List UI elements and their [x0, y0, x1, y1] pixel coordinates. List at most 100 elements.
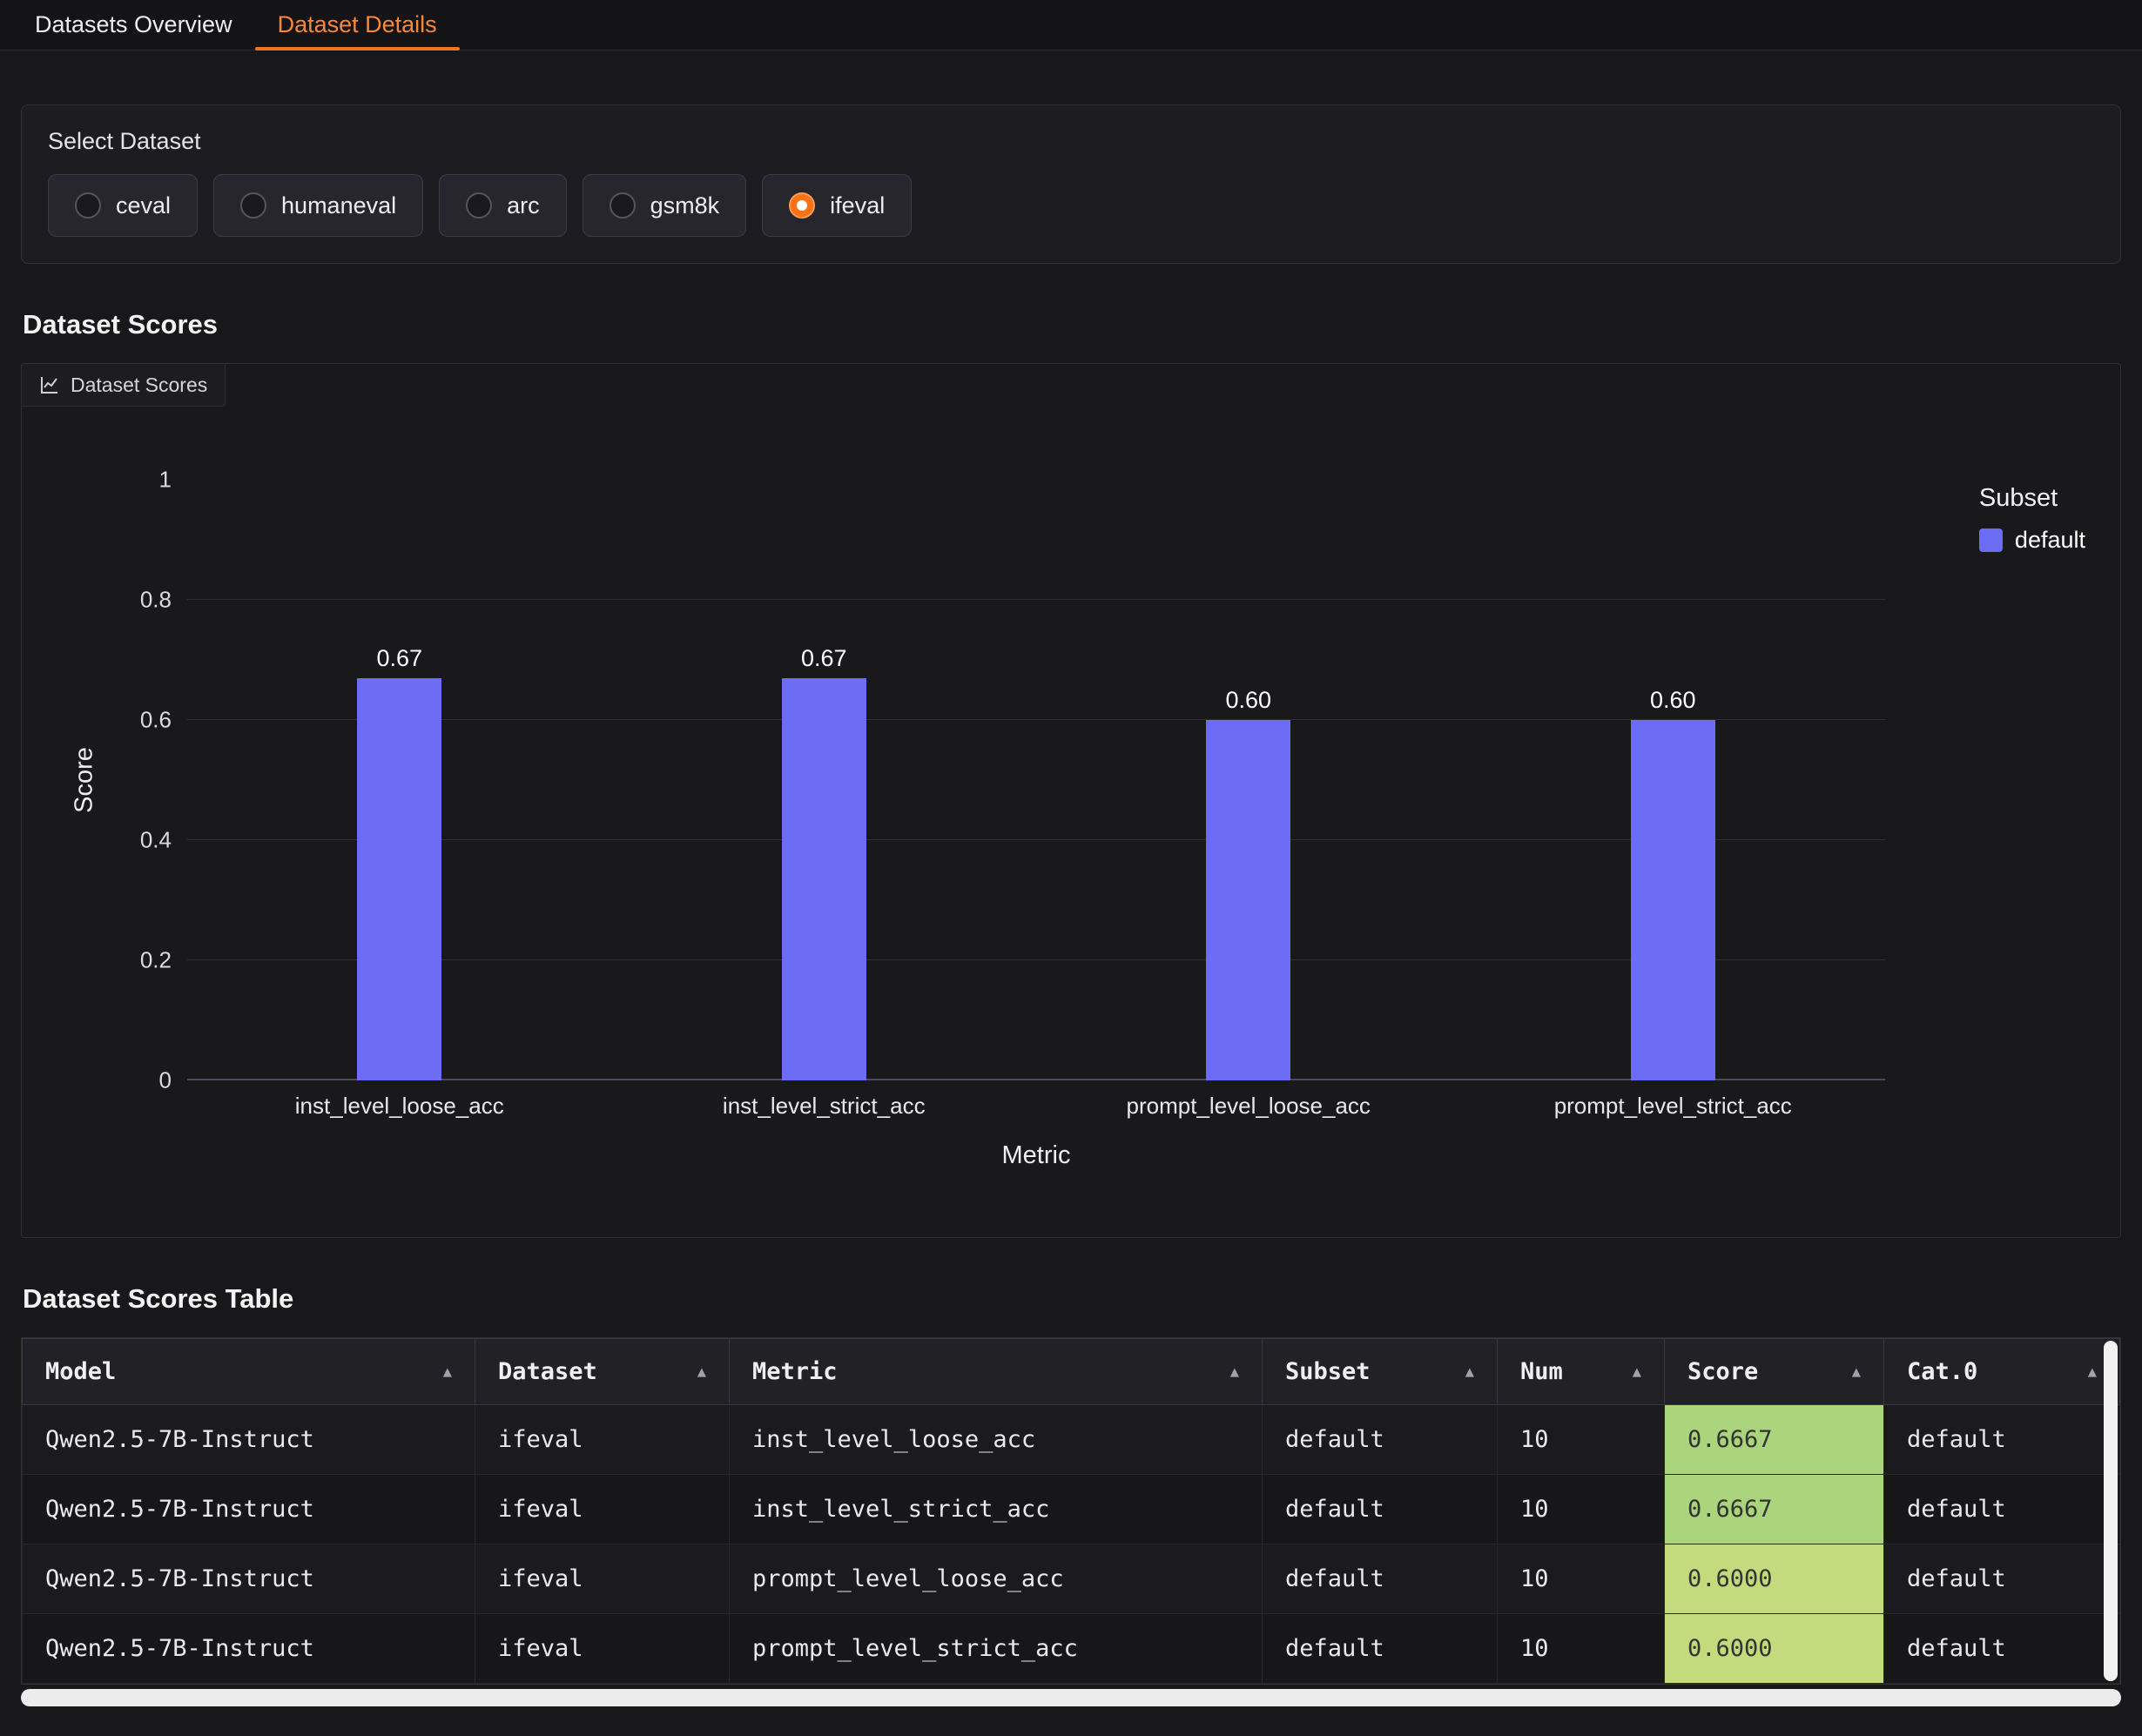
cell-cat0: default [1884, 1614, 2120, 1684]
col-label: Num [1520, 1358, 1563, 1385]
x-axis-ticks: inst_level_loose_acc inst_level_strict_a… [187, 1093, 1885, 1120]
cell-num: 10 [1498, 1544, 1665, 1614]
legend-title: Subset [1979, 484, 2085, 513]
col-label: Dataset [498, 1358, 597, 1385]
table-vertical-scrollbar[interactable] [2104, 1341, 2118, 1681]
cell-dataset: ifeval [475, 1614, 730, 1684]
tab-dataset-details[interactable]: Dataset Details [255, 0, 460, 50]
radio-option-humaneval[interactable]: humaneval [213, 174, 423, 237]
radio-icon [75, 192, 101, 219]
dashboard-page: Datasets Overview Dataset Details Select… [0, 0, 2142, 1736]
bar-group: 0.67 [612, 480, 1037, 1080]
sort-asc-icon[interactable]: ▲ [1465, 1363, 1474, 1381]
bar-inst-level-loose-acc[interactable] [357, 678, 441, 1080]
col-label: Cat.0 [1907, 1358, 1977, 1385]
col-header-score[interactable]: Score ▲ [1665, 1339, 1884, 1405]
cell-score: 0.6000 [1665, 1544, 1884, 1614]
x-tick-label: inst_level_strict_acc [612, 1093, 1037, 1120]
chart-panel-tab-label: Dataset Scores [71, 373, 207, 397]
x-tick-label: prompt_level_strict_acc [1461, 1093, 1886, 1120]
radio-icon [240, 192, 266, 219]
chart-panel-tab[interactable]: Dataset Scores [21, 363, 226, 407]
col-label: Subset [1285, 1358, 1371, 1385]
bar-prompt-level-strict-acc[interactable] [1631, 720, 1715, 1080]
sort-asc-icon[interactable]: ▲ [1633, 1363, 1641, 1381]
y-tick-label: 0.2 [140, 947, 172, 974]
col-header-cat0[interactable]: Cat.0 ▲ [1884, 1339, 2120, 1405]
sort-asc-icon[interactable]: ▲ [1852, 1363, 1861, 1381]
x-tick-label: inst_level_loose_acc [187, 1093, 612, 1120]
bar-value-label: 0.67 [801, 645, 847, 672]
col-header-dataset[interactable]: Dataset ▲ [475, 1339, 730, 1405]
y-tick-label: 0.8 [140, 587, 172, 614]
y-tick-label: 0.4 [140, 827, 172, 854]
sort-asc-icon[interactable]: ▲ [2088, 1363, 2097, 1381]
cell-model: Qwen2.5-7B-Instruct [23, 1544, 475, 1614]
bar-group: 0.60 [1036, 480, 1461, 1080]
legend-entry-default[interactable]: default [1979, 527, 2085, 554]
table-header-row: Model ▲ Dataset ▲ Metric ▲ Subset ▲ Num ▲ Sco… [23, 1339, 2120, 1405]
tab-label: Datasets Overview [35, 11, 232, 38]
col-header-metric[interactable]: Metric ▲ [730, 1339, 1263, 1405]
sort-asc-icon[interactable]: ▲ [1230, 1363, 1239, 1381]
dataset-scores-table: Model ▲ Dataset ▲ Metric ▲ Subset ▲ Num ▲ Sco… [21, 1337, 2121, 1685]
x-axis-title: Metric [187, 1141, 1885, 1170]
col-header-num[interactable]: Num ▲ [1498, 1339, 1665, 1405]
table-row[interactable]: Qwen2.5-7B-Instruct ifeval inst_level_lo… [23, 1405, 2120, 1475]
cell-subset: default [1263, 1544, 1498, 1614]
dataset-scores-chart-panel: Dataset Scores Subset default 0 0.2 0.4 … [21, 363, 2121, 1238]
cell-model: Qwen2.5-7B-Instruct [23, 1475, 475, 1544]
radio-label: ifeval [830, 192, 885, 219]
bar-inst-level-strict-acc[interactable] [782, 678, 866, 1080]
radio-icon [466, 192, 492, 219]
chart-legend: Subset default [1979, 484, 2085, 554]
tab-label: Dataset Details [278, 11, 437, 38]
radio-option-arc[interactable]: arc [439, 174, 567, 237]
radio-option-gsm8k[interactable]: gsm8k [583, 174, 747, 237]
x-tick-label: prompt_level_loose_acc [1036, 1093, 1461, 1120]
sort-asc-icon[interactable]: ▲ [697, 1363, 706, 1381]
sort-asc-icon[interactable]: ▲ [443, 1363, 452, 1381]
cell-dataset: ifeval [475, 1475, 730, 1544]
cell-metric: prompt_level_strict_acc [730, 1614, 1263, 1684]
top-tabbar: Datasets Overview Dataset Details [0, 0, 2142, 50]
table-row[interactable]: Qwen2.5-7B-Instruct ifeval inst_level_st… [23, 1475, 2120, 1544]
col-header-subset[interactable]: Subset ▲ [1263, 1339, 1498, 1405]
col-header-model[interactable]: Model ▲ [23, 1339, 475, 1405]
col-label: Model [45, 1358, 116, 1385]
dataset-radio-group: ceval humaneval arc gsm8k ifeval [48, 174, 2094, 237]
cell-num: 10 [1498, 1405, 1665, 1475]
cell-metric: inst_level_strict_acc [730, 1475, 1263, 1544]
cell-subset: default [1263, 1475, 1498, 1544]
radio-label: arc [507, 192, 540, 219]
select-dataset-label: Select Dataset [48, 128, 2094, 155]
table-horizontal-scrollbar[interactable] [21, 1689, 2121, 1706]
dataset-scores-heading: Dataset Scores [23, 309, 2142, 340]
bar-series-default: 0.67 0.67 0.60 0.60 [187, 480, 1885, 1080]
radio-option-ceval[interactable]: ceval [48, 174, 198, 237]
tab-datasets-overview[interactable]: Datasets Overview [12, 0, 255, 50]
cell-cat0: default [1884, 1405, 2120, 1475]
cell-cat0: default [1884, 1544, 2120, 1614]
radio-option-ifeval[interactable]: ifeval [762, 174, 912, 237]
cell-dataset: ifeval [475, 1544, 730, 1614]
bar-group: 0.60 [1461, 480, 1886, 1080]
bar-group: 0.67 [187, 480, 612, 1080]
table-row[interactable]: Qwen2.5-7B-Instruct ifeval prompt_level_… [23, 1614, 2120, 1684]
chart-line-icon [39, 374, 60, 395]
cell-metric: inst_level_loose_acc [730, 1405, 1263, 1475]
legend-swatch [1979, 528, 2003, 552]
radio-label: ceval [116, 192, 171, 219]
bar-value-label: 0.60 [1225, 687, 1271, 714]
dataset-scores-table-heading: Dataset Scores Table [23, 1283, 2142, 1315]
cell-score: 0.6000 [1665, 1614, 1884, 1684]
cell-cat0: default [1884, 1475, 2120, 1544]
radio-label: gsm8k [650, 192, 720, 219]
bar-prompt-level-loose-acc[interactable] [1206, 720, 1290, 1080]
col-label: Score [1687, 1358, 1758, 1385]
cell-score: 0.6667 [1665, 1475, 1884, 1544]
cell-num: 10 [1498, 1614, 1665, 1684]
bar-value-label: 0.67 [376, 645, 422, 672]
col-label: Metric [752, 1358, 838, 1385]
table-row[interactable]: Qwen2.5-7B-Instruct ifeval prompt_level_… [23, 1544, 2120, 1614]
